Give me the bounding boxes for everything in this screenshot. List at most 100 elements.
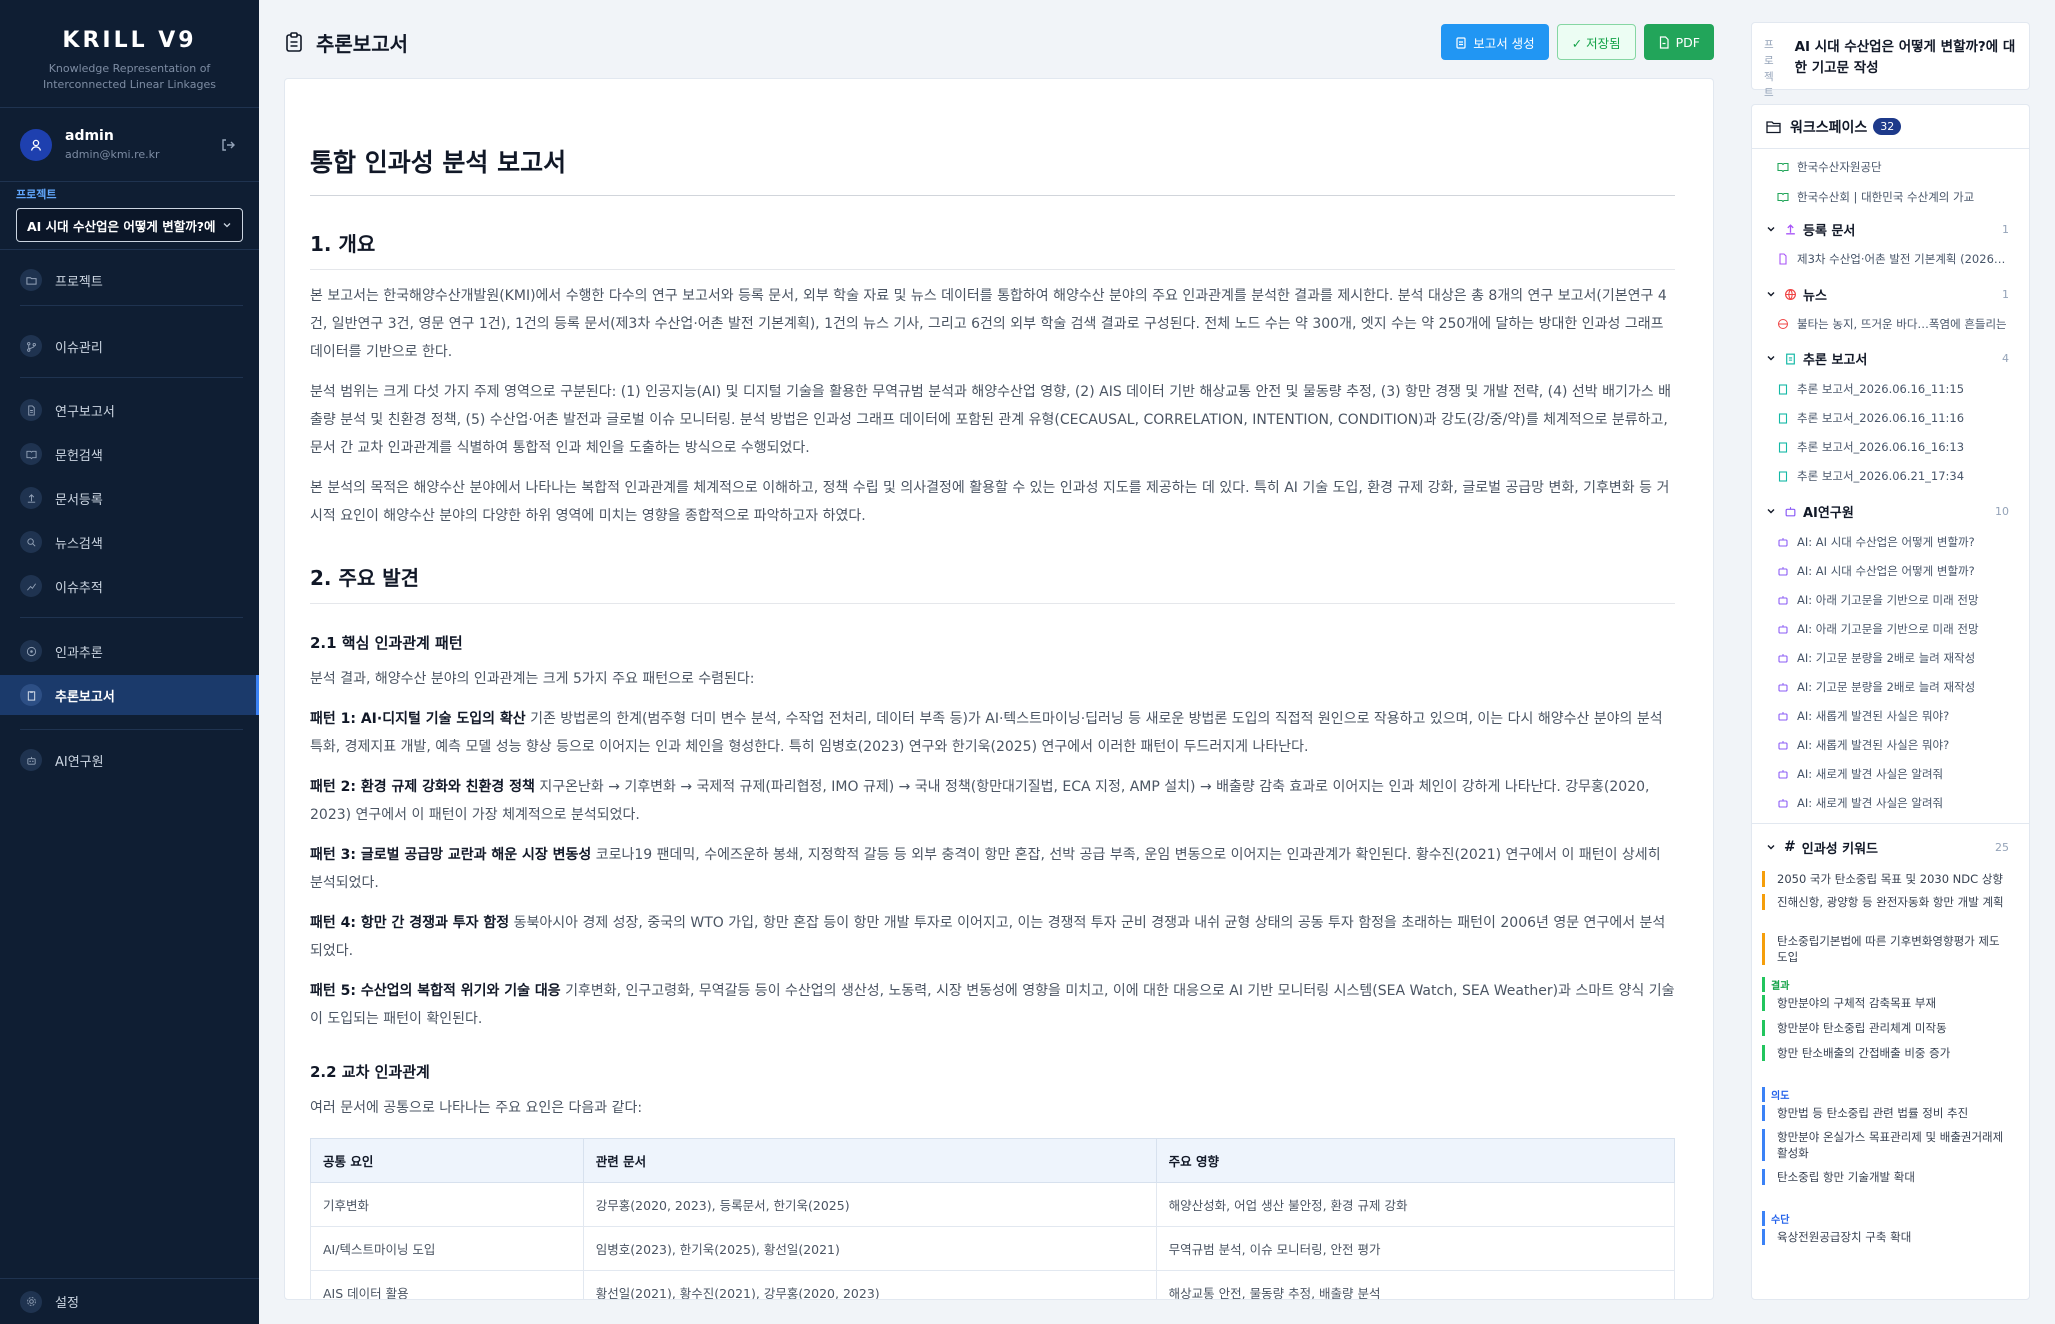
keyword-item[interactable]: 항만분야 온실가스 목표관리제 및 배출권거래제 활성화 xyxy=(1762,1129,2011,1161)
keyword-item[interactable]: 탄소중립 항만 기술개발 확대 xyxy=(1762,1169,2011,1185)
tree-group-count: 10 xyxy=(1995,504,2009,518)
subsection-heading: 2.1 핵심 인과관계 패턴 xyxy=(310,634,463,652)
tree-group-ai[interactable]: AI연구원 10 xyxy=(1752,498,2029,524)
keyword-category-means: 수단 xyxy=(1762,1211,1789,1226)
keyword-category-effect: 결과 xyxy=(1762,977,1789,992)
tree-item[interactable]: 추론 보고서_2026.06.16_11:16 xyxy=(1752,406,2029,430)
sidebar: KRILL V9 Knowledge Representation of Int… xyxy=(0,0,259,1324)
tree-item[interactable]: 한국수산자원공단 xyxy=(1752,155,2029,179)
tree-item[interactable]: AI: AI 시대 수산업은 어떻게 변할까? xyxy=(1752,559,2029,583)
nav-item-ai-research[interactable]: AI연구원 xyxy=(0,740,259,780)
pattern-paragraph: 패턴 3: 글로벌 공급망 교란과 해운 시장 변동성 코로나19 팬데믹, 수… xyxy=(310,841,1675,897)
section-heading: 1. 개요 xyxy=(310,228,1675,270)
keyword-item[interactable]: 탄소중립기본법에 따른 기후변화영향평가 제도 도입 xyxy=(1762,933,2011,965)
tree-item[interactable]: AI: 새롭게 발견된 사실은 뭐야? xyxy=(1752,704,2029,728)
pattern-paragraph: 패턴 5: 수산업의 복합적 위기와 기술 대응 기후변화, 인구고령화, 무역… xyxy=(310,977,1675,1033)
robot-icon xyxy=(1785,506,1796,516)
search-icon xyxy=(20,531,42,553)
nav-item-news[interactable]: 뉴스검색 xyxy=(0,522,259,562)
nav-item-register[interactable]: 문서등록 xyxy=(0,478,259,518)
robot-icon xyxy=(1778,799,1788,808)
keyword-item[interactable]: 항만 탄소배출의 간접배출 비중 증가 xyxy=(1762,1045,2011,1061)
keyword-item[interactable]: 항만분야의 구체적 감축목표 부재 xyxy=(1762,995,2011,1011)
folder-open-icon xyxy=(1766,120,1781,133)
nav-item-inference[interactable]: 인과추론 xyxy=(0,631,259,671)
robot-icon xyxy=(1778,683,1788,692)
nav-item-settings[interactable]: 설정 xyxy=(0,1278,259,1324)
paragraph: 분석 범위는 크게 다섯 가지 주제 영역으로 구분된다: (1) 인공지능(A… xyxy=(310,384,1671,456)
chevron-down-icon xyxy=(223,223,231,228)
user-avatar-icon xyxy=(20,128,52,161)
robot-icon xyxy=(1778,770,1788,779)
tree-item[interactable]: 추론 보고서_2026.06.21_17:34 xyxy=(1752,464,2029,488)
tree-item[interactable]: AI: 새롭게 발견된 사실은 뭐야? xyxy=(1752,733,2029,757)
nav-item-project[interactable]: 프로젝트 xyxy=(0,260,259,300)
tree-group-news[interactable]: 뉴스 1 xyxy=(1752,281,2029,307)
keyword-item[interactable]: 육상전원공급장치 구축 확대 xyxy=(1762,1229,2011,1245)
table-row: AIS 데이터 활용 황선일(2021), 황수진(2021), 강무홍(202… xyxy=(310,1270,1676,1299)
chevron-down-icon xyxy=(1767,292,1775,297)
cross-factor-table: 공통 요인 관련 문서 주요 영향 기후변화 강무홍(2020, 2023), … xyxy=(310,1138,1676,1299)
table-header: 관련 문서 xyxy=(582,1138,1157,1183)
tree-item-label: 한국수산회 | 대한민국 수산계의 가교 xyxy=(1797,190,1975,204)
tree-group-count: 1 xyxy=(2002,287,2009,301)
nav-item-tracking[interactable]: 이슈추적 xyxy=(0,566,259,606)
user-email: admin@kmi.re.kr xyxy=(65,148,160,161)
tree-item[interactable]: AI: AI 시대 수산업은 어떻게 변할까? xyxy=(1752,530,2029,554)
tree-item[interactable]: AI: 기고문 분량을 2배로 늘려 재작성 xyxy=(1752,646,2029,670)
keyword-category-intent: 의도 xyxy=(1762,1087,1789,1102)
app-subtitle-line1: Knowledge Representation of xyxy=(48,62,211,75)
tree-item[interactable]: 불타는 농지, 뜨거운 바다…폭염에 흔들리는 xyxy=(1752,312,2029,336)
keyword-item[interactable]: 항만법 등 탄소중립 관련 법률 정비 추진 xyxy=(1762,1105,2011,1121)
trend-icon xyxy=(20,575,42,597)
tree-item[interactable]: AI: 새로게 발견 사실은 알려줘 xyxy=(1752,762,2029,786)
branch-icon xyxy=(20,335,42,357)
workspace-panel: 워크스페이스 32 한국수산자원공단 한국수산회 | 대한민국 수산계의 가교 … xyxy=(1751,104,2030,1300)
saved-button[interactable]: ✓ 저장됨 xyxy=(1556,24,1636,60)
nav-item-inference-report[interactable]: 추론보고서 xyxy=(0,675,259,715)
tree-item[interactable]: 추론 보고서_2026.06.16_11:15 xyxy=(1752,377,2029,401)
nav-divider xyxy=(20,305,243,306)
nav-label: 뉴스검색 xyxy=(55,536,103,552)
project-select[interactable]: AI 시대 수산업은 어떻게 변할까?에 xyxy=(16,208,243,242)
nav-item-issues[interactable]: 이슈관리 xyxy=(0,326,259,366)
tree-item[interactable]: 한국수산회 | 대한민국 수산계의 가교 xyxy=(1752,185,2029,209)
tree-item-label: AI: AI 시대 수산업은 어떻게 변할까? xyxy=(1797,535,1975,549)
tree-item[interactable]: AI: 기고문 분량을 2배로 늘려 재작성 xyxy=(1752,675,2029,699)
tree-item[interactable]: 추론 보고서_2026.06.16_16:13 xyxy=(1752,435,2029,459)
gear-icon xyxy=(20,1290,42,1313)
header-actions: 보고서 생성 ✓ 저장됨 PDF xyxy=(1433,24,1714,60)
robot-icon xyxy=(1778,596,1788,605)
table-cell: 해상교통 안전, 물동량 추정, 배출량 분석 xyxy=(1155,1270,1676,1299)
keywords-divider xyxy=(1752,823,2029,824)
keyword-item[interactable]: 진해신항, 광양항 등 완전자동화 항만 개발 계획 xyxy=(1762,894,2011,910)
tree-item-label: 추론 보고서_2026.06.21_17:34 xyxy=(1797,469,1965,483)
robot-icon xyxy=(1778,567,1788,576)
tree-group-reports[interactable]: 추론 보고서 4 xyxy=(1752,345,2029,371)
tree-item[interactable]: AI: 아래 기고문을 기반으로 미래 전망 xyxy=(1752,617,2029,641)
logout-icon[interactable] xyxy=(217,134,239,156)
generate-report-button[interactable]: 보고서 생성 xyxy=(1441,24,1549,60)
tree-item[interactable]: AI: 새로게 발견 사실은 알려줘 xyxy=(1752,791,2029,815)
report-document: 통합 인과성 분석 보고서 1. 개요 본 보고서는 한국해양수산개발원(KMI… xyxy=(310,143,1676,1299)
app-subtitle-line2: Interconnected Linear Linkages xyxy=(43,78,216,91)
tree-item[interactable]: AI: 아래 기고문을 기반으로 미래 전망 xyxy=(1752,588,2029,612)
table-cell: 황선일(2021), 황수진(2021), 강무홍(2020, 2023) xyxy=(582,1270,1157,1299)
brand: KRILL V9 Knowledge Representation of Int… xyxy=(0,0,259,108)
pattern-title: 패턴 1: AI·디지털 기술 도입의 확산 xyxy=(310,711,526,727)
keywords-count: 25 xyxy=(1995,840,2009,854)
keyword-item[interactable]: 항만분야 탄소중립 관리체계 미작동 xyxy=(1762,1020,2011,1036)
tree-item[interactable]: 제3차 수산업·어촌 발전 기본계획 (2026~2030) xyxy=(1752,247,2029,271)
tree-item-label: AI: 새롭게 발견된 사실은 뭐야? xyxy=(1797,709,1950,723)
nav-item-reports[interactable]: 연구보고서 xyxy=(0,390,259,430)
keyword-item[interactable]: 2050 국가 탄소중립 목표 및 2030 NDC 상향 xyxy=(1762,871,2011,887)
nav-item-literature[interactable]: 문헌검색 xyxy=(0,434,259,474)
tree-group-registered[interactable]: 등록 문서 1 xyxy=(1752,216,2029,242)
keywords-header[interactable]: # 인과성 키워드 25 xyxy=(1752,832,2029,862)
section-heading: 2. 주요 발견 xyxy=(310,562,1675,604)
nav-divider xyxy=(20,729,243,730)
report-viewer[interactable]: 통합 인과성 분석 보고서 1. 개요 본 보고서는 한국해양수산개발원(KMI… xyxy=(284,78,1714,1300)
pdf-button[interactable]: PDF xyxy=(1643,24,1714,60)
pattern-paragraph: 패턴 1: AI·디지털 기술 도입의 확산 기존 방법론의 한계(범주형 더미… xyxy=(310,705,1675,761)
project-selector-block: 프로젝트 AI 시대 수산업은 어떻게 변할까?에 xyxy=(0,182,259,250)
